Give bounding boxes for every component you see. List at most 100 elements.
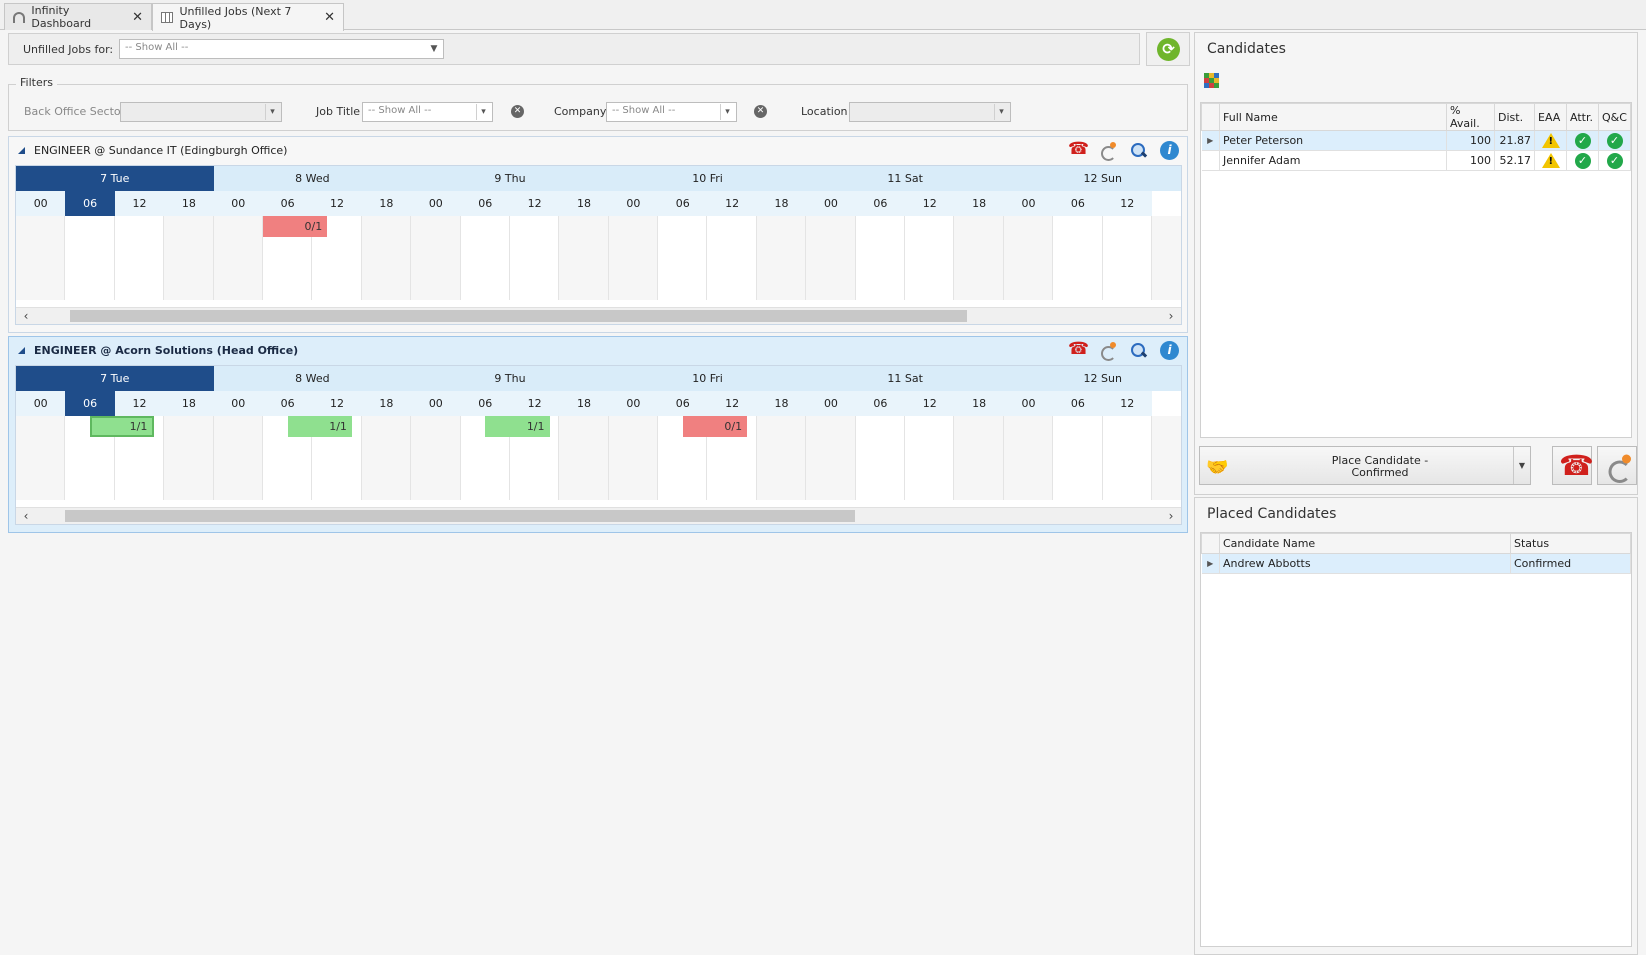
- clear-job-title-icon[interactable]: ✕: [511, 105, 524, 118]
- unfilled-jobs-select[interactable]: -- Show All -- ▼: [119, 39, 444, 59]
- grid-cell[interactable]: [806, 216, 856, 300]
- grid-cell[interactable]: [1003, 416, 1054, 500]
- place-candidate-button[interactable]: 🤝 Place Candidate - Confirmed ▼: [1199, 446, 1531, 485]
- grid-cell[interactable]: [954, 416, 1004, 500]
- shift-slot[interactable]: 1/1: [485, 416, 550, 437]
- refresh-button[interactable]: ⟳: [1146, 32, 1190, 66]
- grid-cell[interactable]: [16, 216, 66, 300]
- search-icon[interactable]: [1129, 341, 1148, 360]
- horizontal-scrollbar[interactable]: ‹ ›: [16, 307, 1181, 324]
- info-icon[interactable]: [1160, 341, 1179, 360]
- scroll-thumb[interactable]: [70, 310, 967, 322]
- column-header-status[interactable]: Status: [1510, 533, 1631, 554]
- satellite-icon[interactable]: [1098, 341, 1117, 361]
- hour-header: 12: [922, 197, 937, 210]
- grid-cell[interactable]: [559, 416, 609, 500]
- collapse-icon[interactable]: [18, 347, 25, 354]
- search-icon[interactable]: [1129, 141, 1148, 160]
- hour-header: 12: [725, 197, 740, 210]
- grid-cell[interactable]: [658, 216, 708, 300]
- grid-cell[interactable]: [856, 216, 906, 300]
- grid-cell[interactable]: [1053, 416, 1103, 500]
- shift-slot[interactable]: 1/1: [90, 416, 155, 437]
- grid-cell[interactable]: [1103, 416, 1152, 500]
- scroll-right-icon[interactable]: ›: [1163, 308, 1179, 324]
- shift-slot[interactable]: 0/1: [682, 416, 748, 437]
- schedule-calendar: 7 Tue 8 Wed 9 Thu 10 Fri 11 Sat 12 Sun 00 06 12 1…: [15, 165, 1182, 325]
- grid-cell[interactable]: [213, 216, 263, 300]
- column-header-dist[interactable]: Dist.: [1494, 103, 1535, 131]
- job-panel-header[interactable]: ENGINEER @ Sundance IT (Edingburgh Offic…: [9, 137, 1187, 165]
- grid-cell[interactable]: [856, 416, 906, 500]
- job-panel-header[interactable]: ENGINEER @ Acorn Solutions (Head Office): [9, 337, 1187, 365]
- grid-cell[interactable]: [954, 216, 1004, 300]
- grid-cell[interactable]: [1053, 216, 1103, 300]
- grid-cell[interactable]: [559, 216, 609, 300]
- back-office-sector-select[interactable]: ▾: [120, 102, 282, 122]
- grid-cell[interactable]: [461, 216, 510, 300]
- info-icon[interactable]: [1160, 141, 1179, 160]
- grid-cell[interactable]: [1151, 216, 1181, 300]
- grid-cell[interactable]: [756, 216, 807, 300]
- shift-slot[interactable]: 0/1: [263, 216, 328, 237]
- shift-slot[interactable]: 1/1: [287, 416, 352, 437]
- grid-cell[interactable]: [608, 216, 659, 300]
- grid-cell[interactable]: [16, 416, 66, 500]
- tab-infinity-dashboard[interactable]: Infinity Dashboard ✕: [4, 3, 152, 30]
- job-title-select[interactable]: -- Show All -- ▾: [362, 102, 493, 122]
- grid-cell[interactable]: [707, 216, 757, 300]
- clear-company-icon[interactable]: ✕: [754, 105, 767, 118]
- grid-cell[interactable]: [806, 416, 856, 500]
- grid-cell[interactable]: [361, 216, 412, 300]
- grid-cell[interactable]: [411, 416, 461, 500]
- grid-cell[interactable]: [1151, 416, 1181, 500]
- grid-cell[interactable]: [1003, 216, 1054, 300]
- column-chooser-icon[interactable]: [1204, 73, 1219, 88]
- phone-icon[interactable]: [1067, 339, 1089, 360]
- hour-header: 00: [1021, 197, 1036, 210]
- scroll-right-icon[interactable]: ›: [1163, 508, 1179, 524]
- grid-cell[interactable]: [411, 216, 461, 300]
- close-icon[interactable]: ✕: [324, 10, 335, 25]
- grid-cell[interactable]: [905, 216, 955, 300]
- day-header: 12 Sun: [1083, 372, 1122, 385]
- column-header-attr[interactable]: Attr.: [1566, 103, 1599, 131]
- call-candidate-button[interactable]: ☎: [1552, 446, 1594, 485]
- grid-cell[interactable]: [164, 216, 214, 300]
- column-header-eaa[interactable]: EAA: [1534, 103, 1567, 131]
- grid-cell[interactable]: [115, 216, 165, 300]
- tab-unfilled-jobs[interactable]: Unfilled Jobs (Next 7 Days) ✕: [152, 3, 344, 31]
- phone-icon[interactable]: [1067, 139, 1089, 160]
- grid-cell[interactable]: [361, 416, 412, 500]
- day-header: 9 Thu: [494, 372, 526, 385]
- grid-cell[interactable]: [510, 216, 560, 300]
- grid-cell[interactable]: [905, 416, 955, 500]
- grid-cell[interactable]: [65, 216, 115, 300]
- grid-cell[interactable]: [1103, 216, 1152, 300]
- satellite-icon[interactable]: [1098, 141, 1117, 161]
- column-header-full-name[interactable]: Full Name: [1219, 103, 1447, 131]
- place-dropdown-arrow[interactable]: ▼: [1513, 447, 1530, 484]
- table-row[interactable]: ▶ Peter Peterson 100 21.87 ✓ ✓: [1201, 130, 1631, 151]
- grid-cell[interactable]: [164, 416, 214, 500]
- warning-icon: [1541, 153, 1560, 168]
- table-row[interactable]: ▶ Andrew Abbotts Confirmed: [1201, 553, 1631, 574]
- column-header-qc[interactable]: Q&C: [1598, 103, 1631, 131]
- column-header-avail[interactable]: % Avail.: [1446, 103, 1495, 131]
- grid-cell[interactable]: [756, 416, 807, 500]
- scroll-left-icon[interactable]: ‹: [18, 508, 34, 524]
- day-header: 7 Tue: [16, 366, 214, 391]
- grid-cell[interactable]: [213, 416, 263, 500]
- horizontal-scrollbar[interactable]: ‹ ›: [16, 507, 1181, 524]
- table-row[interactable]: Jennifer Adam 100 52.17 ✓ ✓: [1201, 150, 1631, 171]
- location-select[interactable]: ▾: [849, 102, 1011, 122]
- broadcast-button[interactable]: [1597, 446, 1637, 485]
- hour-header: 00: [33, 197, 48, 210]
- scroll-thumb[interactable]: [65, 510, 855, 522]
- scroll-left-icon[interactable]: ‹: [18, 308, 34, 324]
- collapse-icon[interactable]: [18, 147, 25, 154]
- column-header-candidate-name[interactable]: Candidate Name: [1219, 533, 1511, 554]
- company-select[interactable]: -- Show All -- ▾: [606, 102, 737, 122]
- close-icon[interactable]: ✕: [132, 10, 143, 25]
- grid-cell[interactable]: [608, 416, 659, 500]
